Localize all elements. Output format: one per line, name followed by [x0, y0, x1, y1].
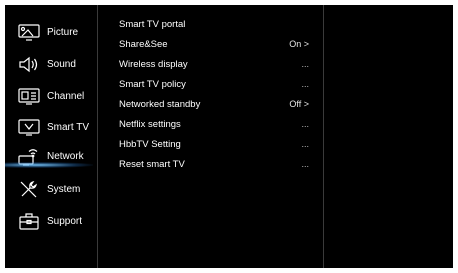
channel-icon: [16, 85, 42, 107]
menu-item-value: On >: [289, 39, 309, 49]
sidebar-item-support[interactable]: Support: [5, 206, 93, 236]
menu-item-label: Smart TV portal: [119, 18, 186, 30]
picture-icon: [16, 21, 42, 43]
menu-item-label: Smart TV policy: [119, 78, 186, 90]
menu-item-reset-smart-tv[interactable]: Reset smart TV ...: [119, 154, 309, 174]
toolbox-icon: [16, 210, 42, 232]
panel-divider: [323, 5, 324, 268]
menu-item-label: Reset smart TV: [119, 158, 185, 170]
menu-item-label: Networked standby: [119, 98, 201, 110]
menu-item-networked-standby[interactable]: Networked standby Off >: [119, 94, 309, 114]
menu-item-netflix-settings[interactable]: Netflix settings ...: [119, 114, 309, 134]
panel-divider: [97, 5, 98, 268]
menu-item-value: ...: [301, 159, 309, 169]
sidebar-item-network[interactable]: Network: [5, 141, 93, 171]
menu-item-share-and-see[interactable]: Share&See On >: [119, 34, 309, 54]
sidebar-item-label: Picture: [47, 26, 79, 38]
sidebar-item-label: Support: [47, 215, 83, 227]
menu-item-label: HbbTV Setting: [119, 138, 181, 150]
menu-item-wireless-display[interactable]: Wireless display ...: [119, 54, 309, 74]
sidebar-item-channel[interactable]: Channel: [5, 81, 93, 111]
sidebar-item-label: Sound: [47, 58, 76, 70]
menu-item-value: ...: [301, 59, 309, 69]
speaker-icon: [16, 53, 42, 75]
menu-item-value: ...: [301, 119, 309, 129]
tv-icon: [16, 116, 42, 138]
sidebar-item-label: Channel: [47, 90, 85, 102]
sidebar-item-label: System: [47, 183, 81, 195]
sidebar-item-sound[interactable]: Sound: [5, 49, 93, 79]
menu-item-smart-tv-policy[interactable]: Smart TV policy ...: [119, 74, 309, 94]
sidebar-item-label: Network: [47, 150, 84, 162]
menu-item-value: ...: [301, 139, 309, 149]
menu-item-smart-tv-portal[interactable]: Smart TV portal: [119, 14, 309, 34]
menu-item-label: Netflix settings: [119, 118, 181, 130]
sidebar-item-label: Smart TV: [47, 121, 90, 133]
sidebar-item-smart-tv[interactable]: Smart TV: [5, 112, 93, 142]
selection-highlight: [5, 162, 93, 168]
menu-item-value: ...: [301, 79, 309, 89]
settings-sidebar: Picture Sound Channel Smart TV Network S…: [5, 5, 93, 268]
tools-icon: [16, 178, 42, 200]
menu-item-label: Share&See: [119, 38, 168, 50]
smart-tv-menu: Smart TV portal Share&See On > Wireless …: [119, 14, 309, 174]
sidebar-item-system[interactable]: System: [5, 174, 93, 204]
menu-item-label: Wireless display: [119, 58, 188, 70]
menu-item-value: Off >: [289, 99, 309, 109]
tv-settings-screen: Picture Sound Channel Smart TV Network S…: [5, 5, 453, 268]
sidebar-item-picture[interactable]: Picture: [5, 17, 93, 47]
menu-item-hbbtv-setting[interactable]: HbbTV Setting ...: [119, 134, 309, 154]
